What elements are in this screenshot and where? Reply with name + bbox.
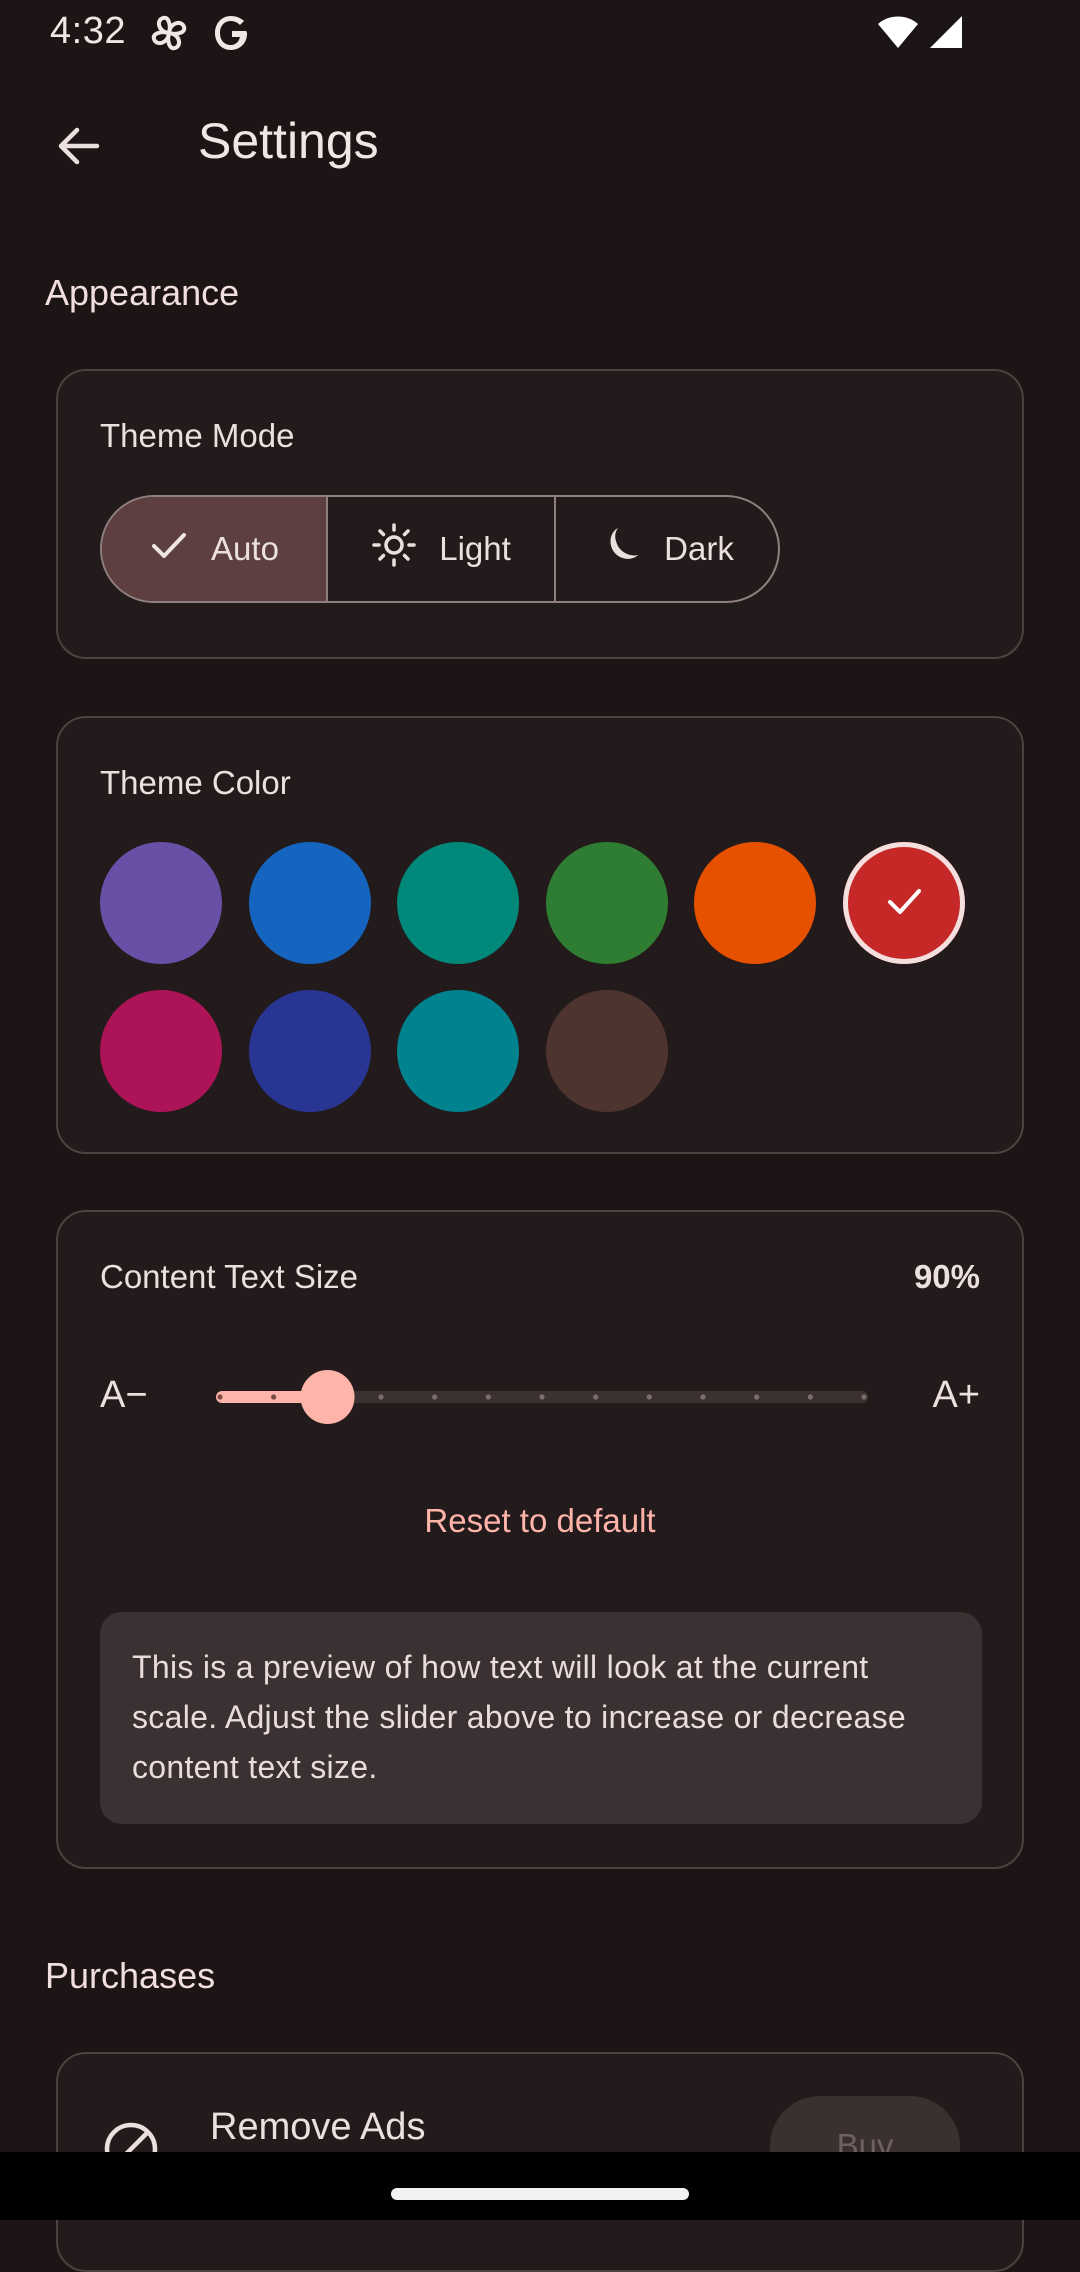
decrease-size-label: A−	[100, 1374, 148, 1416]
theme-color-title: Theme Color	[100, 764, 291, 801]
slider-tick	[861, 1394, 867, 1400]
status-bar: 4:32	[0, 0, 1080, 66]
segment-dark-label: Dark	[664, 530, 734, 567]
wifi-icon	[876, 14, 920, 55]
moon-icon	[600, 524, 642, 574]
theme-mode-title: Theme Mode	[100, 417, 295, 454]
slider-thumb	[300, 1370, 355, 1424]
google-icon	[212, 12, 252, 59]
text-size-slider[interactable]	[214, 1362, 870, 1432]
status-time: 4:32	[50, 10, 126, 52]
section-heading-appearance: Appearance	[45, 272, 240, 313]
theme-color-card: Theme Color	[56, 716, 1024, 1154]
theme-mode-card: Theme Mode Auto Light Dark	[56, 369, 1024, 659]
increase-size-label: A+	[932, 1374, 980, 1416]
color-swatch[interactable]	[248, 842, 371, 964]
color-swatch[interactable]	[248, 990, 371, 1112]
slider-tick	[485, 1394, 491, 1400]
text-preview-box: This is a preview of how text will look …	[100, 1612, 982, 1824]
segment-dark[interactable]: Dark	[554, 497, 778, 601]
segment-light-label: Light	[439, 530, 511, 567]
page-title: Settings	[198, 113, 379, 169]
slider-tick	[646, 1394, 652, 1400]
slider-tick	[807, 1394, 813, 1400]
color-swatch[interactable]	[842, 842, 965, 964]
back-button[interactable]	[36, 106, 120, 190]
color-swatch[interactable]	[100, 990, 222, 1112]
slider-tick	[754, 1394, 760, 1400]
color-swatch[interactable]	[100, 842, 222, 964]
slider-tick	[217, 1394, 223, 1400]
slider-tick	[271, 1394, 277, 1400]
color-swatch[interactable]	[397, 990, 519, 1112]
text-size-card: Content Text Size 90% A− A+ Reset to def…	[56, 1210, 1024, 1869]
arrow-back-icon	[53, 121, 103, 176]
slider-tick	[432, 1394, 438, 1400]
slider-tick	[539, 1394, 545, 1400]
signal-icon	[928, 14, 964, 55]
fan-icon	[148, 12, 190, 59]
sun-icon	[371, 522, 417, 576]
text-size-value: 90%	[913, 1258, 980, 1295]
color-swatch[interactable]	[397, 842, 519, 964]
slider-tick	[378, 1394, 384, 1400]
section-heading-purchases: Purchases	[45, 1955, 216, 1996]
navigation-bar	[0, 2152, 1080, 2220]
remove-ads-label: Remove Ads	[210, 2106, 426, 2148]
reset-to-default-button[interactable]: Reset to default	[58, 1502, 1022, 1540]
slider-tick	[700, 1394, 706, 1400]
segment-light[interactable]: Light	[326, 497, 554, 601]
color-swatch[interactable]	[694, 842, 816, 964]
preview-text: This is a preview of how text will look …	[132, 1649, 906, 1785]
check-icon	[882, 879, 926, 928]
color-swatch[interactable]	[545, 842, 668, 964]
home-gesture-handle[interactable]	[391, 2188, 689, 2200]
theme-mode-segmented-control: Auto Light Dark	[100, 495, 780, 603]
text-size-title: Content Text Size	[100, 1258, 359, 1295]
check-icon	[149, 525, 189, 573]
segment-auto[interactable]: Auto	[102, 497, 326, 601]
color-swatch[interactable]	[545, 990, 668, 1112]
segment-auto-label: Auto	[211, 530, 279, 567]
slider-tick	[593, 1394, 599, 1400]
